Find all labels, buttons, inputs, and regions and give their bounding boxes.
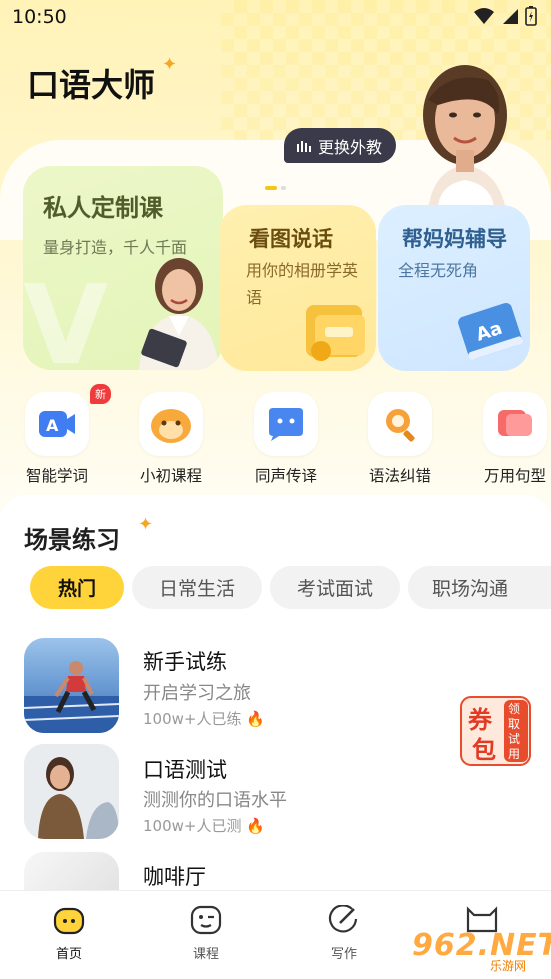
scene-title: 咖啡厅: [143, 865, 206, 889]
carousel-indicator: [265, 186, 286, 190]
card-title: 看图说话: [249, 227, 333, 251]
nav-home[interactable]: 首页: [29, 905, 109, 962]
scene-meta: 100w+人已测 🔥: [143, 817, 265, 835]
svg-text:A: A: [46, 416, 59, 435]
teacher-illustration: [139, 258, 219, 370]
nav-label: 首页: [55, 947, 82, 962]
section-title: 场景练习: [24, 526, 120, 554]
sparkle-icon: ✦: [138, 514, 154, 535]
function-label: 语法纠错: [368, 467, 431, 485]
nav-courses[interactable]: 课程: [166, 905, 246, 962]
nav-writing[interactable]: 写作: [304, 904, 384, 962]
coupon-side-text: 领取试用: [508, 702, 521, 761]
courses-icon: [190, 905, 222, 935]
battery-icon: [525, 6, 537, 26]
tab-workplace[interactable]: 职场沟通: [408, 566, 551, 609]
tab-exam-interview[interactable]: 考试面试: [270, 566, 400, 609]
new-badge: 新: [90, 384, 111, 404]
card-subtitle: 量身打造，千人千面: [43, 238, 188, 257]
coupon-pack-button[interactable]: 券 包 领取试用: [460, 696, 531, 766]
function-label: 同声传译: [254, 467, 317, 485]
nav-label: 课程: [192, 947, 219, 962]
private-course-card[interactable]: V 私人定制课 量身打造，千人千面: [23, 166, 223, 370]
scene-meta: 100w+人已练 🔥: [143, 710, 265, 728]
watermark-subtext: 乐游网: [490, 959, 527, 973]
scene-thumbnail[interactable]: [24, 638, 119, 733]
book-icon: Aa: [458, 302, 523, 360]
scene-subtitle: 开启学习之旅: [143, 683, 251, 704]
photo-album-icon: [306, 305, 365, 361]
coupon-char: 包: [472, 736, 496, 764]
interpret-icon: [254, 392, 318, 456]
status-icons: [473, 6, 537, 26]
mom-tutor-card[interactable]: 帮妈妈辅导 全程无死角 Aa: [378, 205, 530, 371]
function-sentence-patterns[interactable]: 万用句型: [470, 392, 551, 486]
function-primary-courses[interactable]: 小初课程: [126, 392, 216, 486]
sparkle-icon: ✦: [162, 54, 178, 75]
fire-icon: 🔥: [246, 710, 265, 728]
card-subtitle: 全程无死角: [398, 261, 479, 280]
writing-icon: [328, 904, 358, 933]
switch-tutor-label: 更换外教: [318, 137, 383, 157]
grammar-search-icon: [368, 392, 432, 456]
scene-subtitle: 测测你的口语水平: [143, 790, 287, 811]
nav-label: 写作: [330, 947, 357, 962]
wifi-icon: [474, 8, 494, 24]
tab-hot[interactable]: 热门: [30, 566, 124, 609]
function-label: 万用句型: [483, 467, 546, 485]
scene-title: 新手试练: [143, 650, 227, 674]
card-title: 私人定制课: [43, 194, 163, 222]
home-icon: [53, 907, 85, 935]
signal-icon: [503, 9, 518, 24]
status-time: 10:50: [12, 6, 67, 28]
card-title: 帮妈妈辅导: [402, 227, 507, 251]
tab-daily-life[interactable]: 日常生活: [132, 566, 262, 609]
scene-thumbnail[interactable]: [24, 852, 119, 890]
fire-icon: 🔥: [246, 817, 265, 835]
app-title: 口语大师: [27, 66, 156, 104]
function-grammar-correction[interactable]: 语法纠错: [355, 392, 445, 486]
tutor-avatar[interactable]: [398, 60, 533, 210]
mascot-icon: [139, 392, 203, 456]
function-smart-words[interactable]: A 新 智能学词: [12, 384, 111, 486]
watermark-logo: 962.NET: [412, 928, 551, 963]
scene-title: 口语测试: [143, 758, 227, 782]
function-interpretation[interactable]: 同声传译: [241, 392, 331, 486]
ai-word-icon: A: [25, 392, 89, 456]
function-label: 智能学词: [25, 467, 88, 485]
scene-thumbnail[interactable]: [24, 744, 119, 839]
audio-bars-icon: [297, 140, 311, 152]
switch-tutor-button[interactable]: 更换外教: [284, 128, 397, 163]
picture-talk-card[interactable]: 看图说话 用你的相册学英语: [219, 205, 376, 371]
function-label: 小初课程: [139, 467, 202, 485]
sentence-icon: [483, 392, 547, 456]
